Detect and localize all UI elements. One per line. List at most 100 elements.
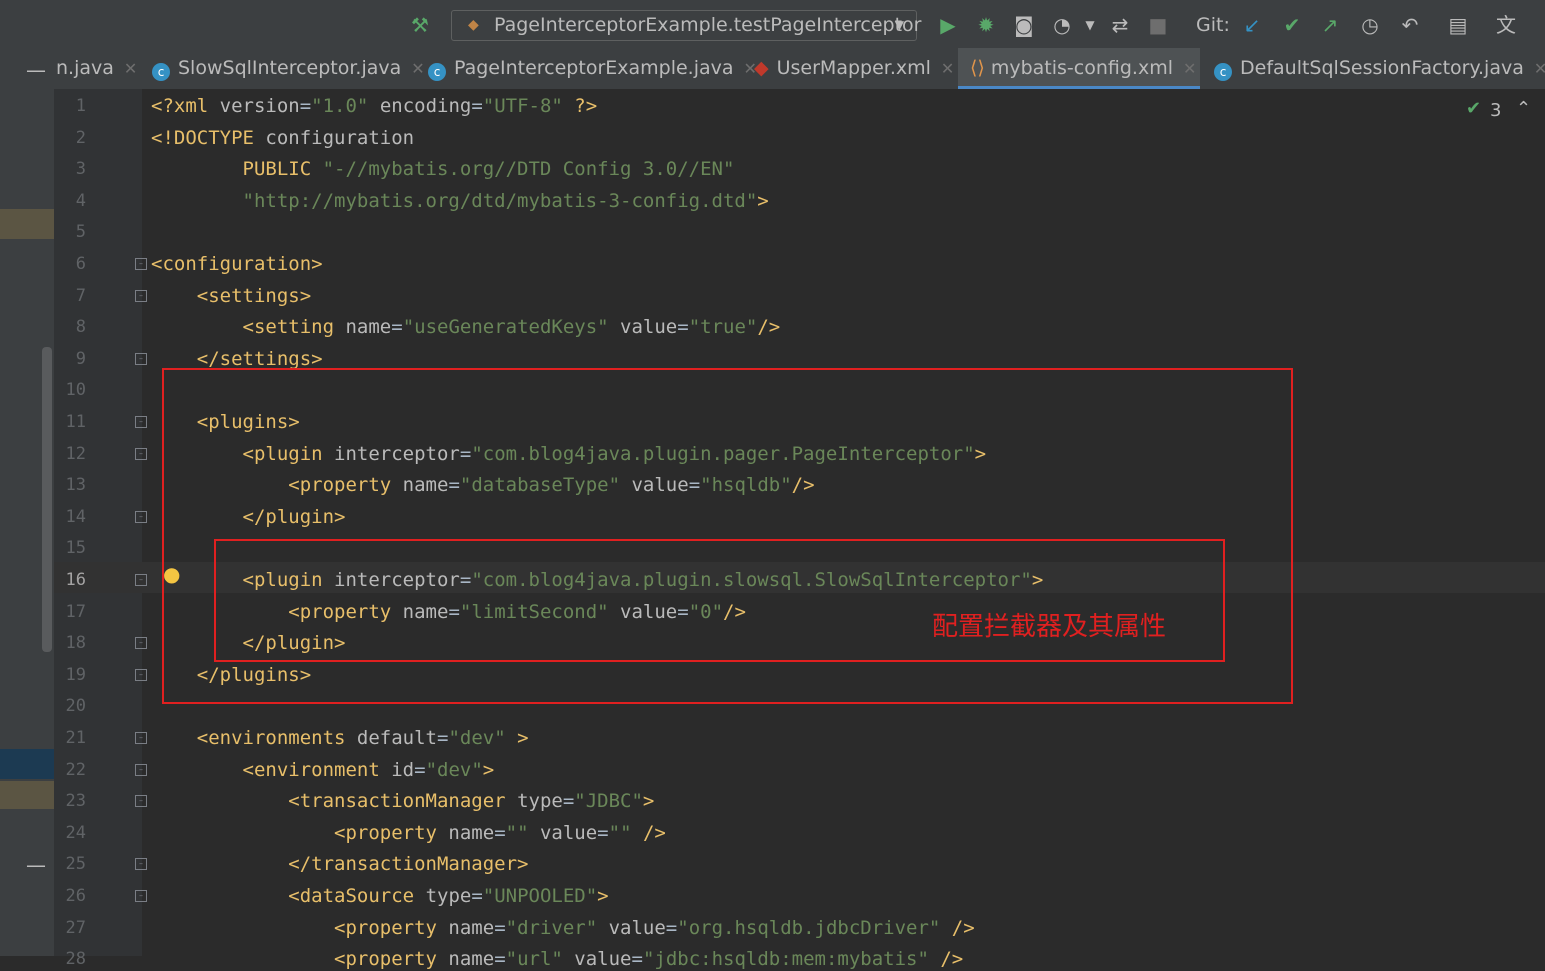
profile-icon[interactable]: ◔ <box>1050 13 1074 37</box>
fold-marker-icon[interactable]: – <box>135 637 147 649</box>
code-token: name <box>448 822 495 844</box>
line-number: 10 <box>65 380 86 400</box>
code-line[interactable]: <settings> <box>151 284 311 308</box>
code-token: default <box>356 727 437 749</box>
line-number: 25 <box>65 854 86 874</box>
translate-icon[interactable]: 文 <box>1494 13 1518 37</box>
tab-bar-collapse-icon[interactable]: — <box>26 58 46 82</box>
run-icon[interactable]: ▶ <box>936 13 960 37</box>
code-token: = <box>562 790 575 812</box>
code-token: configuration <box>265 127 415 149</box>
line-number: 16 <box>65 570 86 590</box>
history-icon[interactable]: ◷ <box>1358 13 1382 37</box>
run-config-icon: ◆ <box>468 17 479 33</box>
code-line[interactable]: <!DOCTYPE configuration <box>151 126 414 150</box>
line-number: 20 <box>65 696 86 716</box>
fold-marker-icon[interactable]: – <box>135 795 147 807</box>
code-token: = <box>437 727 449 749</box>
close-icon[interactable]: ✕ <box>411 59 424 78</box>
inspection-ok-icon[interactable]: ✔ <box>1466 98 1481 119</box>
line-number: 7 <box>75 286 86 306</box>
main-toolbar: ⚒ ◆ PageInterceptorExample.testPageInter… <box>0 0 1545 48</box>
code-line[interactable]: "http://mybatis.org/dtd/mybatis-3-config… <box>151 189 769 213</box>
tab-page-interceptor-example[interactable]: c PageInterceptorExample.java ✕ <box>428 48 757 89</box>
tab-n-java[interactable]: n.java ✕ <box>56 48 137 89</box>
code-line[interactable]: <dataSource type="UNPOOLED"> <box>151 884 609 908</box>
fold-marker-icon[interactable]: – <box>135 890 147 902</box>
fold-marker-icon[interactable]: – <box>135 732 147 744</box>
project-structure-icon[interactable]: ▤ <box>1446 13 1470 37</box>
rollback-icon[interactable]: ↶ <box>1398 13 1422 37</box>
slowsql-plugin-highlight-box <box>214 539 1225 662</box>
class-icon: c <box>1214 63 1232 81</box>
fold-marker-icon[interactable]: – <box>135 858 147 870</box>
code-line[interactable]: <property name="driver" value="org.hsqld… <box>151 916 975 940</box>
tab-mybatis-config[interactable]: ⟨⟩ mybatis-config.xml ✕ <box>958 48 1200 89</box>
debug-icon[interactable]: ✹ <box>974 13 998 37</box>
build-hammer-icon[interactable]: ⚒ <box>408 13 432 37</box>
code-line[interactable]: </transactionManager> <box>151 852 529 876</box>
tab-slowsql-interceptor[interactable]: c SlowSqlInterceptor.java ✕ <box>152 48 425 89</box>
code-token: </transactionManager> <box>288 853 529 875</box>
code-token: version <box>219 95 300 117</box>
code-line[interactable]: PUBLIC "-//mybatis.org//DTD Config 3.0//… <box>151 157 735 181</box>
fold-marker-icon[interactable]: – <box>135 353 147 365</box>
line-number: 2 <box>75 128 86 148</box>
strip-marker-yellow <box>0 209 54 239</box>
code-token: PUBLIC <box>242 158 323 180</box>
code-line[interactable]: <environments default="dev" > <box>151 726 529 750</box>
code-token: "true" <box>688 316 758 338</box>
fold-marker-icon[interactable]: – <box>135 416 147 428</box>
chevron-down-icon: ▼ <box>894 18 904 32</box>
more-run-chevron-icon[interactable]: ▼ <box>1078 13 1102 37</box>
fold-marker-icon[interactable]: – <box>135 448 147 460</box>
close-icon[interactable]: ✕ <box>1183 59 1196 78</box>
code-token: > <box>482 759 495 781</box>
run-configuration-select[interactable]: ◆ PageInterceptorExample.testPageInterce… <box>451 10 921 41</box>
line-number: 18 <box>65 633 86 653</box>
code-token: "url" <box>505 948 563 970</box>
fold-marker-icon[interactable]: – <box>135 290 147 302</box>
code-line[interactable]: <property name="" value="" /> <box>151 821 666 845</box>
annotation-text: 配置拦截器及其属性 <box>932 612 1167 642</box>
code-line[interactable]: <?xml version="1.0" encoding="UTF-8" ?> <box>151 94 597 118</box>
tab-default-sql-session-factory[interactable]: c DefaultSqlSessionFactory.java ✕ <box>1214 48 1545 89</box>
git-push-icon[interactable]: ↗ <box>1318 13 1342 37</box>
code-token: <environments <box>196 727 357 749</box>
git-update-icon[interactable]: ↙ <box>1240 13 1264 37</box>
strip-collapse-icon[interactable]: — <box>26 853 46 877</box>
chevron-up-icon[interactable]: ⌃ <box>1516 98 1531 119</box>
close-icon[interactable]: ✕ <box>1534 59 1545 78</box>
stop-icon[interactable]: ■ <box>1146 13 1170 37</box>
code-line[interactable]: <setting name="useGeneratedKeys" value="… <box>151 315 781 339</box>
attach-debugger-icon[interactable]: ⇄ <box>1108 13 1132 37</box>
code-token: <configuration> <box>151 253 323 275</box>
git-commit-icon[interactable]: ✔ <box>1280 13 1304 37</box>
code-line[interactable]: <configuration> <box>151 252 323 276</box>
fold-marker-icon[interactable]: – <box>135 574 147 586</box>
fold-marker-icon[interactable]: – <box>135 511 147 523</box>
coverage-icon[interactable]: ◙ <box>1012 13 1036 37</box>
code-token: = <box>597 822 609 844</box>
fold-marker-icon[interactable]: – <box>135 258 147 270</box>
strip-scroll-thumb[interactable] <box>42 347 52 652</box>
fold-marker-icon[interactable]: – <box>135 669 147 681</box>
code-token: <environment <box>242 759 392 781</box>
tab-user-mapper[interactable]: ◆ UserMapper.xml ✕ <box>754 48 954 89</box>
code-token: name <box>345 316 392 338</box>
code-token: > <box>597 885 609 907</box>
code-token: /> <box>631 822 666 844</box>
code-line[interactable]: <environment id="dev"> <box>151 758 495 782</box>
close-icon[interactable]: ✕ <box>941 59 954 78</box>
code-line[interactable]: <transactionManager type="JDBC"> <box>151 789 654 813</box>
fold-marker-icon[interactable]: – <box>135 764 147 776</box>
code-line[interactable]: <property name="url" value="jdbc:hsqldb:… <box>151 947 963 971</box>
close-icon[interactable]: ✕ <box>124 59 137 78</box>
